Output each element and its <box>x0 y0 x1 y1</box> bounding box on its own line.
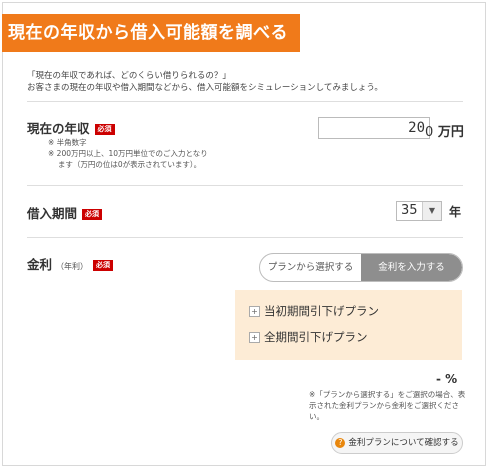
plan-item-initial[interactable]: + 当初期間引下げプラン <box>249 303 379 319</box>
plan-panel: + 当初期間引下げプラン + 全期間引下げプラン <box>235 290 462 360</box>
period-select-value: 35 <box>401 203 418 218</box>
divider <box>27 237 463 238</box>
plan-item-full[interactable]: + 全期間引下げプラン <box>249 329 368 345</box>
income-input-value: 20 <box>408 120 425 136</box>
income-unit: 万円 <box>437 125 464 140</box>
income-input[interactable]: 20 <box>318 117 430 139</box>
intro-line-2: お客さまの現在の年収や借入期間などから、借入可能額をシミュレーションしてみましょ… <box>27 83 383 93</box>
toggle-plan-select[interactable]: プランから選択する <box>260 254 361 281</box>
intro-text: 「現在の年収であれば、どのくらい借りられるの？」 お客さまの現在の年収や借入期間… <box>27 70 383 94</box>
income-label-row: 現在の年収 必須 <box>27 118 115 137</box>
divider <box>27 185 463 186</box>
income-note-3: ます（万円の位は0が表示されています）。 <box>48 160 202 169</box>
income-notes: ※ 半角数字 ※ 200万円以上、10万円単位でのご入力となり ます（万円の位は… <box>48 137 208 170</box>
rate-unit: % <box>445 372 458 386</box>
income-note-1: ※ 半角数字 <box>48 138 87 147</box>
rate-label-row: 金利 （年利） 必須 <box>27 254 114 273</box>
income-unit-row: 0 万円 <box>425 121 464 140</box>
required-badge: 必須 <box>94 124 115 135</box>
rate-footnote: ※「プランから選択する」をご選択の場合、表示された金利プランから金利をご選択くだ… <box>309 390 466 421</box>
plan-label: 全期間引下げプラン <box>264 330 368 344</box>
income-label: 現在の年収 <box>27 121 90 136</box>
period-label-row: 借入期間 必須 <box>27 203 103 222</box>
rate-result: - % <box>436 372 457 386</box>
rate-sublabel: （年利） <box>56 262 89 271</box>
question-icon: ? <box>335 438 346 448</box>
toggle-rate-input[interactable]: 金利を入力する <box>361 254 462 281</box>
divider <box>27 101 463 102</box>
income-fixed-digit: 0 <box>425 125 434 140</box>
plus-icon: + <box>249 332 260 343</box>
period-select[interactable]: 35 ▼ <box>396 201 442 221</box>
confirm-button-label: 金利プランについて確認する <box>348 438 459 448</box>
confirm-plan-button[interactable]: ? 金利プランについて確認する <box>331 432 463 454</box>
income-note-2: ※ 200万円以上、10万円単位でのご入力となり <box>48 149 208 158</box>
required-badge: 必須 <box>82 209 103 220</box>
period-unit: 年 <box>449 205 462 219</box>
rate-value: - <box>436 372 441 386</box>
required-badge: 必須 <box>93 260 114 271</box>
plan-label: 当初期間引下げプラン <box>264 304 379 318</box>
chevron-down-icon: ▼ <box>422 202 441 220</box>
rate-mode-toggle: プランから選択する 金利を入力する <box>259 253 463 282</box>
intro-line-1: 「現在の年収であれば、どのくらい借りられるの？」 <box>27 71 231 81</box>
page-title: 現在の年収から借入可能額を調べる <box>2 14 300 52</box>
plus-icon: + <box>249 306 260 317</box>
rate-label: 金利 <box>27 257 53 272</box>
period-label: 借入期間 <box>27 206 78 221</box>
